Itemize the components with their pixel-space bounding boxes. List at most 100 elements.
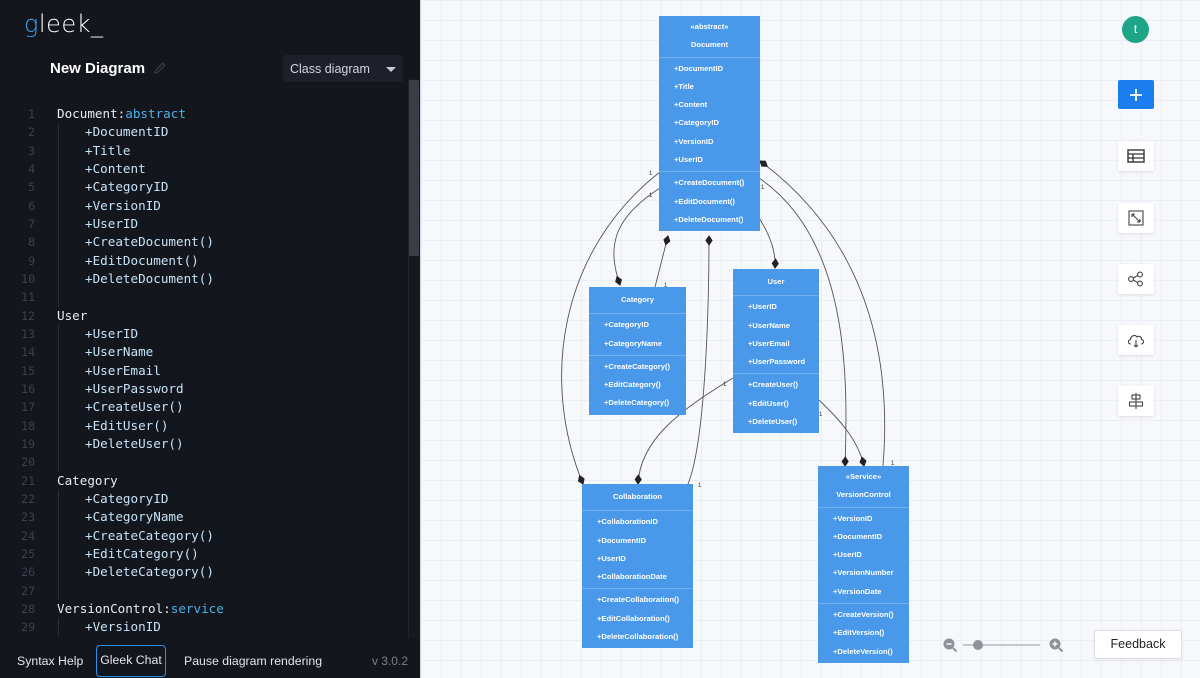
class-collaboration[interactable]: Collaboration +CollaborationID +DocumentID… — [582, 484, 693, 649]
table-view-button[interactable] — [1118, 141, 1154, 171]
code-line[interactable]: 20 — [0, 453, 408, 472]
class-attribute: +UserName — [748, 320, 791, 330]
code-line[interactable]: 19 +DeleteUser() — [0, 434, 408, 454]
code-token: +UserEmail — [85, 362, 161, 378]
line-number: 20 — [21, 455, 35, 470]
class-attribute: +DocumentID — [597, 535, 647, 545]
add-button[interactable] — [1118, 80, 1154, 109]
code-text: +UserName — [85, 343, 153, 361]
code-line[interactable]: 26 +DeleteCategory() — [0, 563, 408, 582]
code-line[interactable]: 10 +DeleteDocument() — [0, 269, 408, 289]
class-category[interactable]: Category +CategoryID +CategoryName +CreateC… — [589, 287, 686, 415]
class-versioncontrol[interactable]: «Service» VersionControl +VersionID +Docume… — [818, 466, 909, 663]
code-line[interactable]: 12 User — [0, 307, 408, 325]
code-token: +CategoryID — [85, 179, 169, 195]
indent-guide — [58, 526, 59, 545]
code-text: +UserID — [85, 325, 138, 343]
code-line[interactable]: 8 +CreateDocument() — [0, 233, 408, 252]
code-text: +EditCategory() — [85, 545, 199, 563]
code-line[interactable]: 14 +UserName — [0, 343, 408, 362]
zoom-out-icon[interactable] — [942, 637, 958, 653]
code-line[interactable]: 25 +EditCategory() — [0, 544, 408, 564]
code-line[interactable]: 21 Category — [0, 472, 408, 490]
code-line[interactable]: 27 — [0, 581, 408, 600]
pencil-icon[interactable] — [152, 60, 168, 76]
code-line[interactable]: 17 +CreateUser() — [0, 398, 408, 417]
code-text: +CategoryID — [85, 490, 168, 508]
code-line[interactable]: 6 +VersionID — [0, 196, 408, 215]
fit-to-screen-button[interactable] — [1118, 203, 1154, 233]
share-button[interactable] — [1118, 264, 1154, 294]
code-line[interactable]: 9 +EditDocument() — [0, 251, 408, 270]
align-button[interactable] — [1118, 386, 1154, 416]
code-text: +Content — [85, 160, 146, 178]
code-line[interactable]: 24 +CreateCategory() — [0, 526, 408, 545]
class-document[interactable]: «abstract» Document +DocumentID +Title +Cont… — [659, 16, 760, 232]
code-line[interactable]: 2 +DocumentID — [0, 123, 408, 142]
syntax-help-link[interactable]: Syntax Help — [17, 654, 83, 668]
code-text: +CreateCategory() — [85, 527, 214, 545]
code-line[interactable]: 1 Document:abstract — [0, 105, 408, 123]
editor-scrollbar-thumb[interactable] — [409, 80, 419, 256]
class-methods-section: +CreateCategory() +EditCategory() +DeleteC… — [589, 356, 686, 415]
class-method: +CreateVersion() — [833, 610, 894, 620]
code-text: +VersionID — [85, 197, 161, 215]
line-number: 10 — [21, 271, 35, 286]
code-line[interactable]: 22 +CategoryID — [0, 489, 408, 509]
diagram-title[interactable]: New Diagram — [50, 60, 145, 77]
class-name: VersionControl — [836, 490, 891, 500]
line-number: 5 — [28, 180, 35, 195]
pause-rendering-button[interactable]: Pause diagram rendering — [184, 654, 322, 668]
feedback-button[interactable]: Feedback — [1094, 630, 1182, 659]
version-label: v 3.0.2 — [371, 654, 408, 668]
class-attribute: +VersionDate — [833, 586, 882, 596]
code-text: Document:abstract — [57, 105, 186, 123]
class-attribute: +UserID — [833, 550, 862, 560]
line-number: 19 — [21, 436, 35, 451]
code-line[interactable]: 13 +UserID — [0, 324, 408, 344]
indent-guide — [58, 544, 59, 564]
code-line[interactable]: 16 +UserPassword — [0, 379, 408, 399]
code-line[interactable]: 23 +CategoryName — [0, 508, 408, 527]
code-line[interactable]: 7 +UserID — [0, 214, 408, 234]
class-user[interactable]: User +UserID +UserName +UserEmail +UserPassw… — [733, 269, 819, 434]
gleek-logo[interactable]: gleek_ — [24, 10, 104, 38]
indent-guide — [58, 233, 59, 252]
indent-guide — [58, 563, 59, 582]
share-icon — [1128, 271, 1143, 287]
code-token: +DeleteUser() — [85, 435, 184, 451]
class-attributes-section: +DocumentID +Title +Content +CategoryID +Ver… — [659, 58, 760, 173]
indent-guide — [58, 141, 59, 160]
code-keyword: abstract — [125, 106, 186, 121]
code-line[interactable]: 28 VersionControl:service — [0, 600, 408, 618]
code-token: +UserPassword — [85, 380, 184, 396]
code-line[interactable]: 18 +EditUser() — [0, 416, 408, 435]
zoom-in-icon[interactable] — [1048, 637, 1064, 653]
code-line[interactable]: 11 — [0, 288, 408, 307]
indent-guide — [58, 398, 59, 417]
user-avatar[interactable]: t — [1122, 16, 1149, 43]
indent-guide — [58, 489, 59, 509]
code-line[interactable]: 5 +CategoryID — [0, 178, 408, 197]
code-token: +EditUser() — [85, 417, 169, 433]
gleek-chat-button[interactable]: Gleek Chat — [96, 645, 166, 677]
class-header: Category — [589, 287, 686, 315]
code-line[interactable]: 15 +UserEmail — [0, 361, 408, 380]
line-number: 6 — [28, 198, 35, 213]
code-token: +UserName — [85, 344, 154, 360]
diagram-type-select[interactable]: Class diagram — [283, 55, 403, 82]
class-methods-section: +CreateDocument() +EditDocument() +DeleteD… — [659, 172, 760, 231]
code-line[interactable]: 3 +Title — [0, 141, 408, 160]
code-text: +CreateDocument() — [85, 233, 214, 251]
line-number: 4 — [28, 161, 35, 176]
code-editor[interactable]: 1 Document:abstract 2 +DocumentID 3 +Title 4 +C… — [0, 105, 408, 637]
plus-icon — [1130, 88, 1142, 101]
download-button[interactable] — [1118, 325, 1154, 355]
expand-icon — [1128, 210, 1144, 226]
line-number: 29 — [21, 620, 35, 635]
code-token: +VersionID — [85, 197, 161, 213]
class-stereotype: «Service» — [845, 472, 882, 481]
code-token: +EditCategory() — [85, 545, 199, 561]
code-line[interactable]: 4 +Content — [0, 159, 408, 179]
code-line[interactable]: 29 +VersionID — [0, 618, 408, 637]
